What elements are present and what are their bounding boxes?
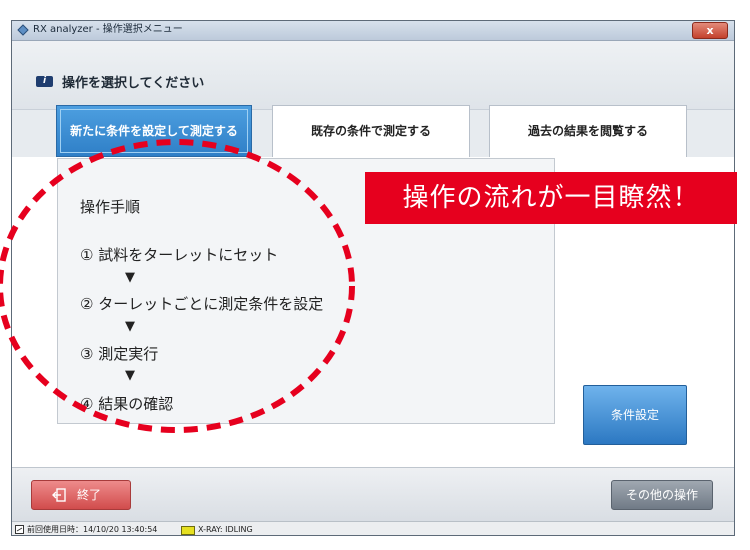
procedure-arrow-2: ▼ (125, 319, 135, 334)
last-used-timestamp: 前回使用日時：14/10/20 13:40:54 (27, 525, 158, 534)
instruction-header: i 操作を選択してください (12, 41, 734, 110)
procedure-arrow-3: ▼ (125, 368, 135, 383)
tab-existing-conditions[interactable]: 既存の条件で測定する (272, 105, 470, 157)
other-operations-button[interactable]: その他の操作 (611, 480, 713, 510)
app-logo-icon (17, 24, 29, 36)
exit-icon (52, 488, 66, 502)
procedure-arrow-1: ▼ (125, 270, 135, 285)
xray-status-text: X-RAY: IDLING (198, 525, 253, 534)
tab-new-measurement[interactable]: 新たに条件を設定して測定する (56, 105, 252, 157)
exit-label: 終了 (77, 488, 102, 502)
title-bar: RX analyzer - 操作選択メニュー x (12, 21, 734, 41)
procedure-step-1: ① 試料をターレットにセット (80, 246, 279, 264)
status-bar: 前回使用日時：14/10/20 13:40:54 X-RAY: IDLING (12, 521, 734, 535)
xray-status-led (181, 526, 195, 535)
operation-tabs: 新たに条件を設定して測定する 既存の条件で測定する 過去の結果を閲覧する (12, 103, 734, 157)
close-button[interactable]: x (692, 22, 728, 39)
condition-setting-button[interactable]: 条件設定 (583, 385, 687, 445)
exit-button[interactable]: 終了 (31, 480, 131, 510)
procedure-title: 操作手順 (80, 198, 141, 216)
window-title: RX analyzer - 操作選択メニュー (33, 24, 183, 35)
tab-new-measurement-label: 新たに条件を設定して測定する (60, 109, 248, 153)
info-icon: i (36, 76, 53, 87)
procedure-step-3: ③ 測定実行 (80, 345, 159, 363)
procedure-step-4: ④ 結果の確認 (80, 395, 174, 413)
annotation-callout: 操作の流れが一目瞭然！ (365, 172, 737, 224)
instruction-text: 操作を選択してください (62, 76, 205, 91)
status-icon (15, 525, 24, 534)
procedure-step-2: ② ターレットごとに測定条件を設定 (80, 295, 324, 313)
tab-view-results[interactable]: 過去の結果を閲覧する (489, 105, 687, 157)
